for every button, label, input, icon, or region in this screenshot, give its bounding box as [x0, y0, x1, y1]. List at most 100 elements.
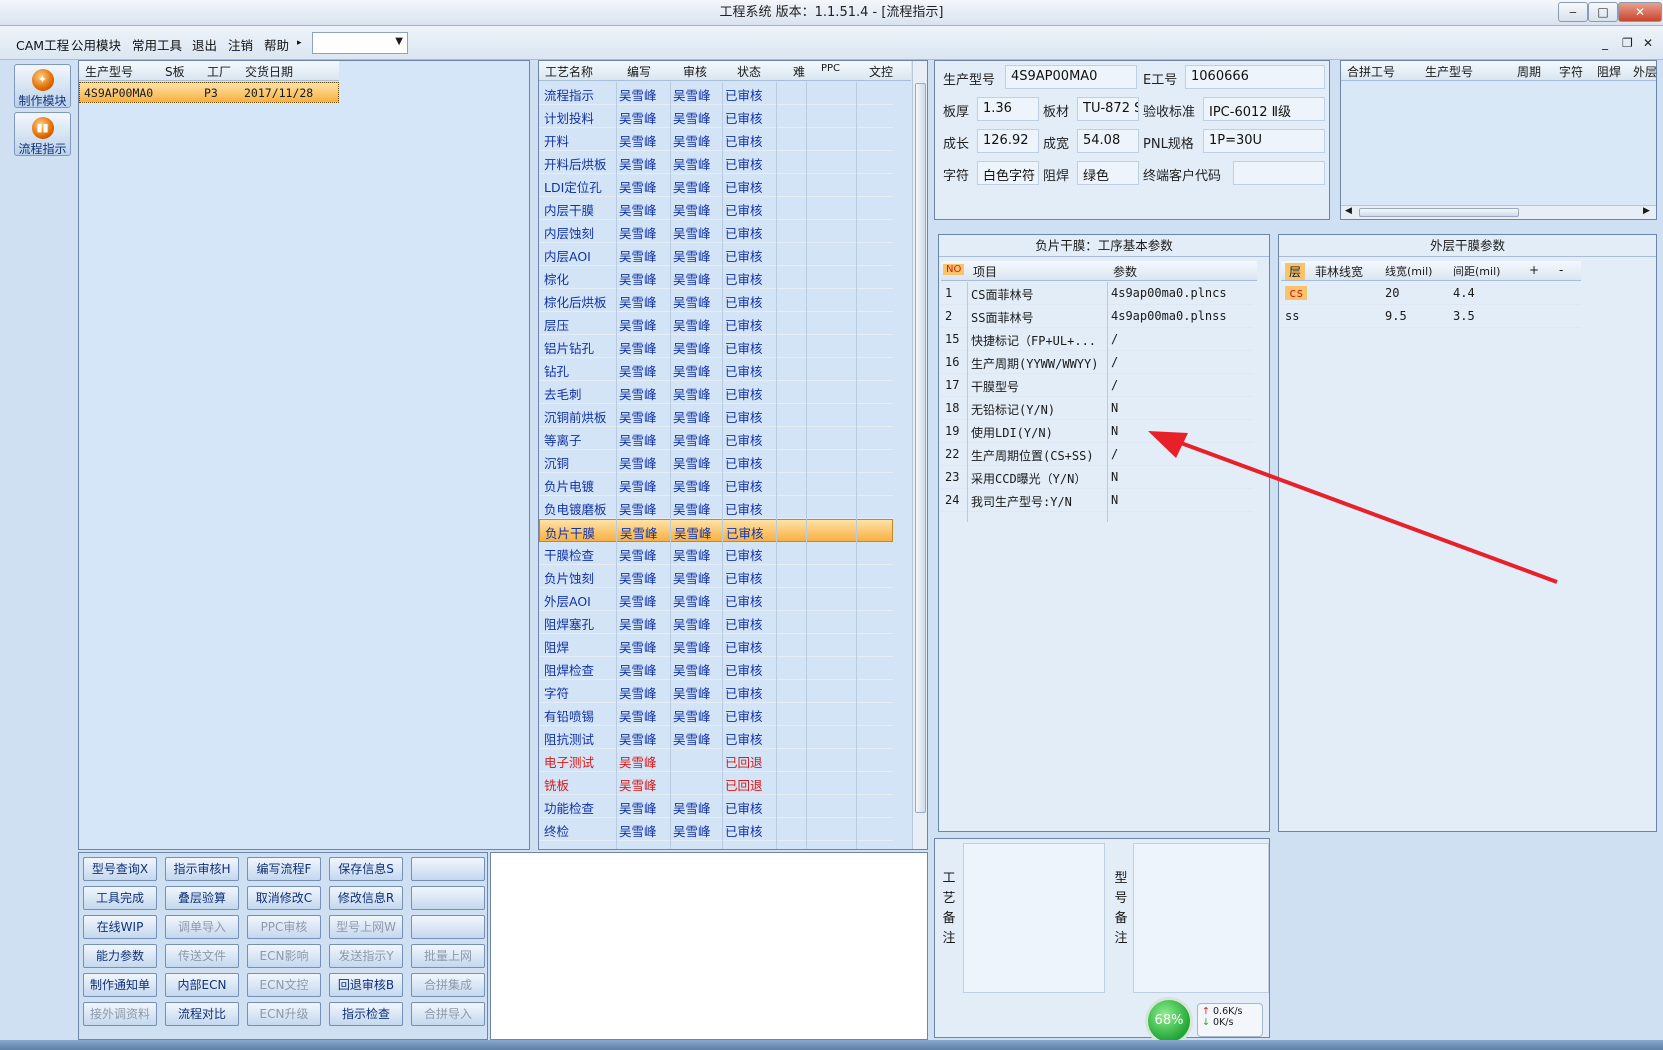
width-field[interactable]: 54.08 [1077, 129, 1139, 153]
table-row[interactable]: 层压 吴雪峰 吴雪峰 已审核 [539, 312, 893, 335]
table-row[interactable]: 内层干膜 吴雪峰 吴雪峰 已审核 [539, 197, 893, 220]
mdi-minimize-icon[interactable]: _ [1602, 36, 1608, 50]
process-scroll-thumb[interactable] [915, 83, 926, 813]
action-button-3-0[interactable]: 能力参数 [83, 944, 157, 968]
cust-field[interactable] [1233, 161, 1325, 185]
standard-field[interactable]: IPC-6012 Ⅱ级 [1203, 97, 1325, 121]
table-row[interactable]: 外层AOI 吴雪峰 吴雪峰 已审核 [539, 588, 893, 611]
mask-field[interactable]: 绿色 [1077, 161, 1139, 185]
action-button-4-0[interactable]: 制作通知单 [83, 973, 157, 997]
scroll-right-icon[interactable]: ▶ [1643, 206, 1650, 216]
table-row[interactable]: 等离子 吴雪峰 吴雪峰 已审核 [539, 427, 893, 450]
table-row[interactable]: 沉铜前烘板 吴雪峰 吴雪峰 已审核 [539, 404, 893, 427]
action-button-4-4[interactable]: 合拼集成 [411, 973, 485, 997]
flow-instruction-button[interactable]: ▮▮ 流程指示 [14, 112, 71, 156]
table-row[interactable]: 铣板 吴雪峰 已回退 [539, 772, 893, 795]
table-row[interactable]: 阻抗测试 吴雪峰 吴雪峰 已审核 [539, 726, 893, 749]
table-row[interactable]: 2 SS面菲林号 4s9ap00ma0.plnss [941, 305, 1253, 328]
table-row[interactable]: 阻焊检查 吴雪峰 吴雪峰 已审核 [539, 657, 893, 680]
action-button-2-2[interactable]: PPC审核 [247, 915, 321, 939]
close-icon[interactable]: ✕ [1618, 2, 1662, 22]
action-button-0-1[interactable]: 指示审核H [165, 857, 239, 881]
action-button-1-0[interactable]: 工具完成 [83, 886, 157, 910]
model-field[interactable]: 4S9AP00MA0 [1005, 65, 1137, 89]
action-button-1-4[interactable] [411, 886, 485, 910]
menu-public[interactable]: 公用模块 [71, 35, 121, 54]
action-button-2-0[interactable]: 在线WIP [83, 915, 157, 939]
table-row[interactable]: 19 使用LDI(Y/N) N [941, 420, 1253, 443]
action-button-2-4[interactable] [411, 915, 485, 939]
table-row[interactable]: 阻焊塞孔 吴雪峰 吴雪峰 已审核 [539, 611, 893, 634]
table-row[interactable]: 22 生产周期位置(CS+SS) / [941, 443, 1253, 466]
table-row[interactable]: 内层蚀刻 吴雪峰 吴雪峰 已审核 [539, 220, 893, 243]
table-row[interactable]: 4S9AP00MA0 P3 2017/11/28 [79, 82, 339, 103]
action-button-5-0[interactable]: 接外调资料 [83, 1002, 157, 1026]
minimize-icon[interactable]: ‒ [1558, 2, 1588, 22]
table-row[interactable]: 15 快捷标记（FP+UL+... / [941, 328, 1253, 351]
action-button-5-1[interactable]: 流程对比 [165, 1002, 239, 1026]
action-button-0-3[interactable]: 保存信息S [329, 857, 403, 881]
process-scrollbar[interactable] [912, 61, 927, 849]
table-row[interactable]: LDI定位孔 吴雪峰 吴雪峰 已审核 [539, 174, 893, 197]
menu-logout[interactable]: 注销 [228, 35, 253, 54]
action-button-4-2[interactable]: ECN文控 [247, 973, 321, 997]
outer-col-plus[interactable]: + [1529, 263, 1539, 277]
outer-col-minus[interactable]: - [1559, 263, 1563, 277]
action-button-3-1[interactable]: 传送文件 [165, 944, 239, 968]
action-button-3-4[interactable]: 批量上网 [411, 944, 485, 968]
action-button-3-2[interactable]: ECN影响 [247, 944, 321, 968]
menu-cam[interactable]: CAM工程 [16, 35, 69, 54]
action-button-5-4[interactable]: 合拼导入 [411, 1002, 485, 1026]
table-row[interactable]: 棕化后烘板 吴雪峰 吴雪峰 已审核 [539, 289, 893, 312]
combo-scroll-thumb[interactable] [1359, 208, 1519, 217]
maximize-icon[interactable]: □ [1588, 2, 1618, 22]
action-button-4-3[interactable]: 回退审核B [329, 973, 403, 997]
table-row[interactable]: 1 CS面菲林号 4s9ap00ma0.plncs [941, 282, 1253, 305]
model-notes-field[interactable] [1133, 843, 1269, 993]
table-row[interactable]: cs 20 4.4 [1281, 282, 1581, 305]
action-button-1-2[interactable]: 取消修改C [247, 886, 321, 910]
action-button-3-3[interactable]: 发送指示Y [329, 944, 403, 968]
table-row[interactable]: 24 我司生产型号:Y/N N [941, 489, 1253, 512]
table-row[interactable]: 字符 吴雪峰 吴雪峰 已审核 [539, 680, 893, 703]
combo-hscrollbar[interactable]: ◀ ▶ [1341, 205, 1656, 219]
table-row[interactable]: 23 采用CCD曝光（Y/N） N [941, 466, 1253, 489]
char-field[interactable]: 白色字符 [977, 161, 1039, 185]
table-row[interactable]: 负片蚀刻 吴雪峰 吴雪峰 已审核 [539, 565, 893, 588]
table-row[interactable]: 功能检查 吴雪峰 吴雪峰 已审核 [539, 795, 893, 818]
pnl-field[interactable]: 1P=30U [1203, 129, 1325, 153]
menu-tools[interactable]: 常用工具 [132, 35, 182, 54]
action-button-0-2[interactable]: 编写流程F [247, 857, 321, 881]
action-button-4-1[interactable]: 内部ECN [165, 973, 239, 997]
menu-help[interactable]: 帮助 [264, 35, 289, 54]
process-notes-field[interactable] [963, 843, 1105, 993]
table-row[interactable]: 16 生产周期(YYWW/WWYY) / [941, 351, 1253, 374]
table-row[interactable]: 17 干膜型号 / [941, 374, 1253, 397]
table-row[interactable]: 钻孔 吴雪峰 吴雪峰 已审核 [539, 358, 893, 381]
table-row[interactable]: 棕化 吴雪峰 吴雪峰 已审核 [539, 266, 893, 289]
table-row[interactable]: 有铅喷锡 吴雪峰 吴雪峰 已审核 [539, 703, 893, 726]
table-row[interactable]: 电子测试 吴雪峰 已回退 [539, 749, 893, 772]
table-row[interactable]: 沉铜 吴雪峰 吴雪峰 已审核 [539, 450, 893, 473]
mdi-restore-icon[interactable]: ❐ [1622, 36, 1633, 50]
action-button-1-3[interactable]: 修改信息R [329, 886, 403, 910]
action-button-5-3[interactable]: 指示检查 [329, 1002, 403, 1026]
table-row[interactable]: 阻焊 吴雪峰 吴雪峰 已审核 [539, 634, 893, 657]
material-field[interactable]: TU-872 S [1077, 97, 1139, 121]
action-button-2-1[interactable]: 调单导入 [165, 915, 239, 939]
table-row[interactable]: 开料后烘板 吴雪峰 吴雪峰 已审核 [539, 151, 893, 174]
table-row[interactable]: 负片电镀 吴雪峰 吴雪峰 已审核 [539, 473, 893, 496]
table-row[interactable]: 内层AOI 吴雪峰 吴雪峰 已审核 [539, 243, 893, 266]
menu-exit[interactable]: 退出 [192, 35, 217, 54]
mdi-close-icon[interactable]: ✕ [1643, 36, 1653, 50]
make-module-button[interactable]: ✦ 制作模块 [14, 64, 71, 108]
action-button-5-2[interactable]: ECN升级 [247, 1002, 321, 1026]
net-speed-gauge[interactable]: 68% [1145, 997, 1193, 1045]
eno-field[interactable]: 1060666 [1185, 65, 1325, 89]
table-row[interactable]: 计划投料 吴雪峰 吴雪峰 已审核 [539, 105, 893, 128]
table-row[interactable]: 流程指示 吴雪峰 吴雪峰 已审核 [539, 82, 893, 105]
table-row[interactable]: 铝片钻孔 吴雪峰 吴雪峰 已审核 [539, 335, 893, 358]
thickness-field[interactable]: 1.36 [977, 97, 1039, 121]
action-button-1-1[interactable]: 叠层验算 [165, 886, 239, 910]
action-button-2-3[interactable]: 型号上网W [329, 915, 403, 939]
